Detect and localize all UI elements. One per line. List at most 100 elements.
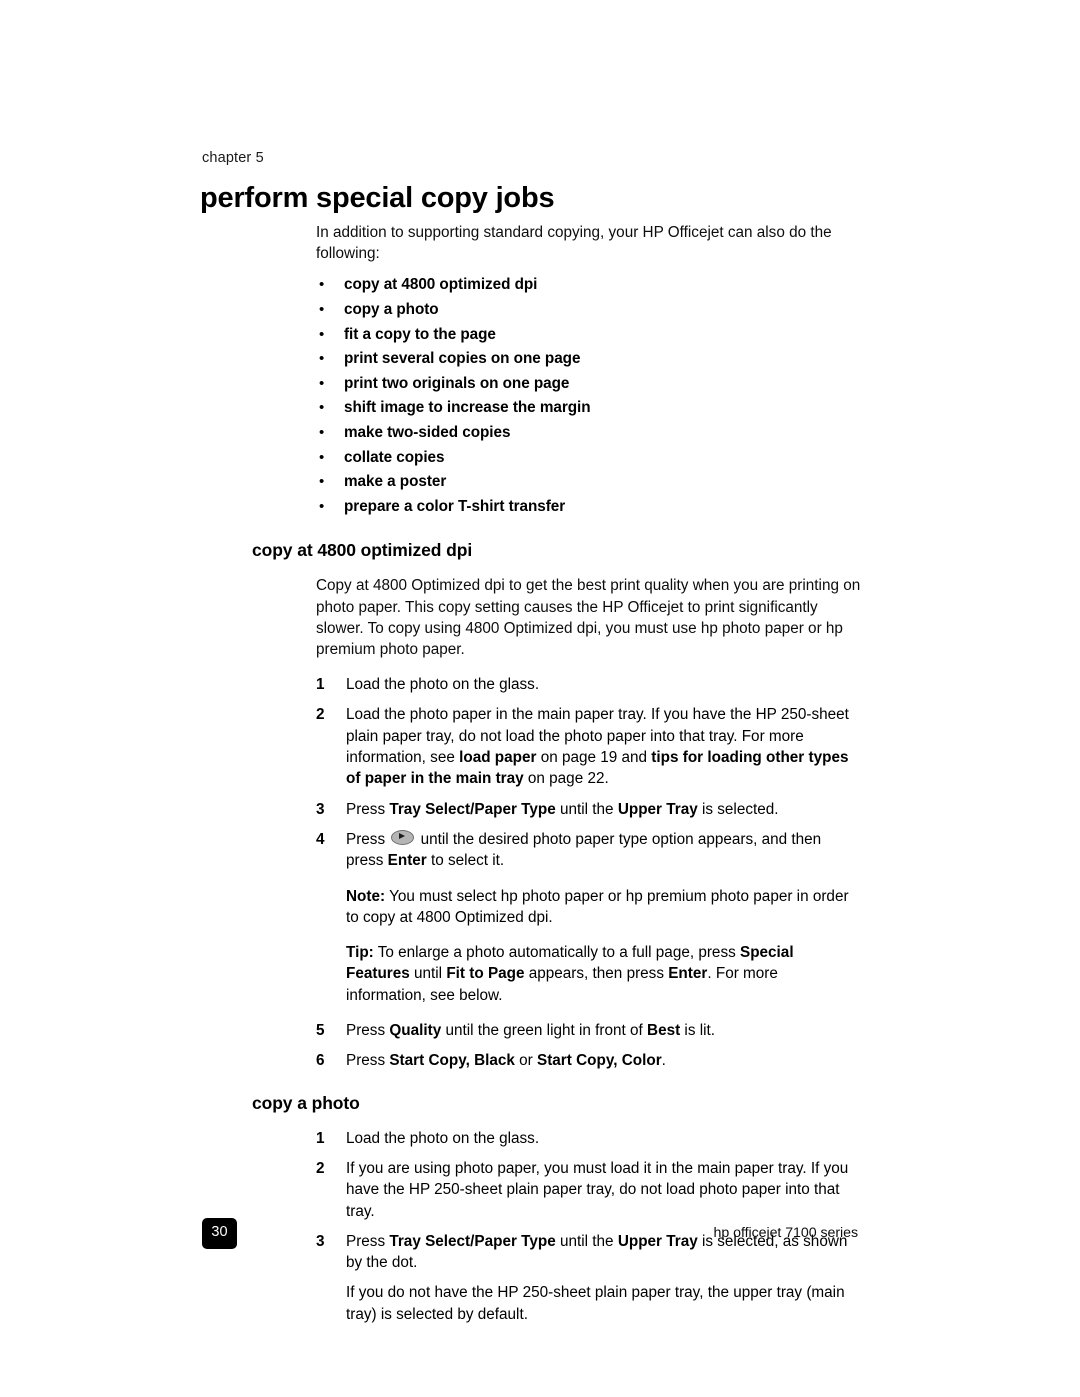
step-text-part: . (661, 1052, 666, 1070)
step-item: 1 Load the photo on the glass. (316, 674, 861, 695)
bullet-dot-icon: • (319, 473, 325, 491)
setting-name-best: Best (647, 1022, 681, 1040)
step-number: 1 (316, 1129, 325, 1147)
step-item: 1 Load the photo on the glass. (316, 1128, 861, 1149)
tip-text-part: until (409, 965, 447, 983)
list-item: • copy a photo (319, 298, 1080, 323)
step-item: 6 Press Start Copy, Black or Start Copy,… (316, 1050, 861, 1071)
step-text: Press Tray Select/Paper Type until the U… (346, 799, 861, 820)
intro-paragraph: In addition to supporting standard copyi… (316, 224, 832, 263)
step-text: Press until the desired photo paper type… (346, 829, 861, 872)
step-text-part: is selected. (697, 800, 779, 818)
button-name-enter: Enter (387, 852, 427, 870)
tip-label: Tip: (346, 944, 374, 962)
setting-name-upper-tray: Upper Tray (617, 800, 698, 818)
bullet-dot-icon: • (319, 399, 325, 417)
list-item: • print two originals on one page (319, 372, 1080, 397)
button-name-tray-select: Tray Select/Paper Type (389, 800, 556, 818)
setting-name-fit-to-page: Fit to Page (446, 965, 525, 983)
step-number: 4 (316, 830, 325, 848)
steps-copy-a-photo: 1 Load the photo on the glass. 2 If you … (0, 1128, 1080, 1325)
section-heading-4800-dpi: copy at 4800 optimized dpi (252, 540, 473, 561)
bullet-dot-icon: • (319, 301, 325, 318)
step-text-part: Press (346, 1022, 390, 1040)
step-text: Press Quality until the green light in f… (346, 1020, 861, 1041)
list-item-label: collate copies (344, 448, 445, 466)
bullet-dot-icon: • (319, 448, 325, 466)
step-text-part: on page 19 and (536, 749, 652, 767)
step-text: Load the photo on the glass. (346, 1129, 540, 1147)
list-item-label: prepare a color T-shirt transfer (344, 497, 566, 515)
chapter-label: chapter 5 (202, 150, 264, 166)
step-text: If you are using photo paper, you must l… (346, 1159, 849, 1220)
step-number: 5 (316, 1022, 325, 1040)
list-item-label: fit a copy to the page (344, 325, 496, 343)
list-item-label: copy at 4800 optimized dpi (344, 276, 538, 294)
step-followup-paragraph: If you do not have the HP 250-sheet plai… (346, 1284, 845, 1323)
page-number: 30 (211, 1224, 228, 1240)
step-text-part: Press (346, 1232, 390, 1250)
step-number: 2 (316, 1159, 325, 1177)
step-item: 4 Press until the desired photo paper ty… (316, 829, 861, 872)
step-text-part: to select it. (426, 852, 505, 870)
bullet-dot-icon: • (319, 374, 325, 392)
list-item: • make two-sided copies (319, 421, 1080, 446)
section-heading-copy-a-photo: copy a photo (252, 1092, 360, 1113)
step-item: 2 If you are using photo paper, you must… (316, 1158, 861, 1222)
bullet-dot-icon: • (319, 497, 325, 515)
step-text-part: until the (555, 1232, 618, 1250)
footer-product-name: hp officejet 7100 series (713, 1225, 859, 1241)
list-item-label: print several copies on one page (344, 350, 581, 368)
step-text-part: Press (346, 1052, 390, 1070)
list-item-label: copy a photo (344, 301, 439, 318)
steps-4800-dpi: 1 Load the photo on the glass. 2 Load th… (0, 674, 1080, 1071)
document-page: chapter 5 perform special copy jobs In a… (0, 0, 1080, 1397)
step-item: 5 Press Quality until the green light in… (316, 1020, 861, 1041)
button-name-tray-select: Tray Select/Paper Type (389, 1232, 556, 1250)
list-item: • shift image to increase the margin (319, 396, 1080, 421)
note-label: Note: (346, 887, 386, 905)
page-content: In addition to supporting standard copyi… (0, 222, 1080, 1325)
step-number: 3 (316, 1232, 325, 1250)
list-item-label: print two originals on one page (344, 374, 570, 392)
page-number-badge: 30 (202, 1218, 237, 1249)
list-item-label: make a poster (344, 473, 447, 491)
step-item: 2 Load the photo paper in the main paper… (316, 704, 861, 789)
list-item: • print several copies on one page (319, 347, 1080, 372)
list-item-label: make two-sided copies (344, 423, 511, 441)
right-arrow-button-icon (391, 829, 415, 845)
list-item: • copy at 4800 optimized dpi (319, 273, 1080, 298)
step-text: Press Start Copy, Black or Start Copy, C… (346, 1050, 861, 1071)
note-text: You must select hp photo paper or hp pre… (346, 887, 849, 926)
bullet-dot-icon: • (319, 350, 325, 368)
button-name-quality: Quality (389, 1022, 442, 1040)
step-text-part: until the green light in front of (441, 1022, 648, 1040)
list-item: • fit a copy to the page (319, 323, 1080, 348)
tip-text-part: To enlarge a photo automatically to a fu… (373, 944, 740, 962)
tip-block: Tip: To enlarge a photo automatically to… (346, 942, 861, 1006)
step-text: Load the photo on the glass. (346, 676, 540, 694)
step-text-part: or (514, 1052, 537, 1070)
bullet-dot-icon: • (319, 276, 325, 294)
step-number: 3 (316, 800, 325, 818)
step-text-part: Press (346, 830, 390, 848)
cross-reference-load-paper: load paper (459, 749, 537, 767)
step-text-part: Press (346, 800, 390, 818)
bullet-dot-icon: • (319, 325, 325, 343)
button-name-start-copy-black: Start Copy, Black (389, 1052, 515, 1070)
section-4800-intro-paragraph: Copy at 4800 Optimized dpi to get the be… (316, 577, 861, 658)
button-name-enter: Enter (668, 965, 708, 983)
list-item: • make a poster (319, 470, 1080, 495)
step-text-part: on page 22. (523, 770, 609, 788)
note-block: Note: You must select hp photo paper or … (346, 886, 861, 929)
feature-bullet-list: • copy at 4800 optimized dpi • copy a ph… (0, 273, 1080, 519)
tip-text-part: appears, then press (524, 965, 669, 983)
setting-name-upper-tray: Upper Tray (617, 1232, 698, 1250)
page-title: perform special copy jobs (200, 182, 555, 214)
list-item: • prepare a color T-shirt transfer (319, 495, 1080, 520)
step-number: 1 (316, 676, 325, 694)
bullet-dot-icon: • (319, 423, 325, 441)
step-item: 3 Press Tray Select/Paper Type until the… (316, 799, 861, 820)
list-item: • collate copies (319, 446, 1080, 471)
step-text-part: until the (555, 800, 618, 818)
